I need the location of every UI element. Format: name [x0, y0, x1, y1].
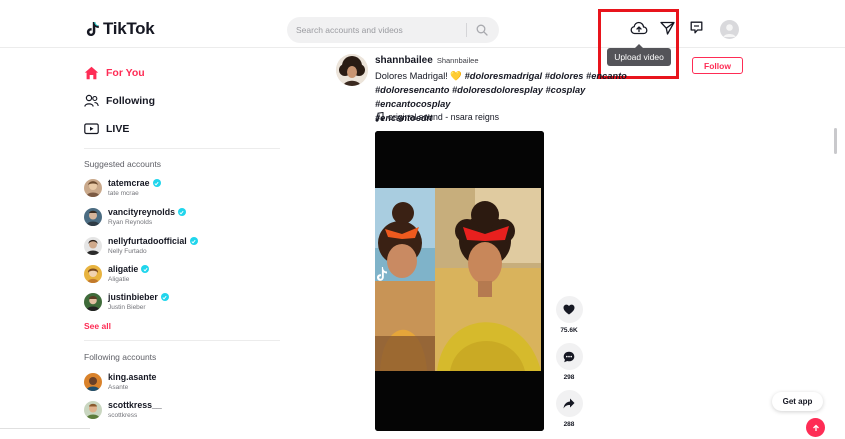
caption-text: Dolores Madrigal! 💛: [375, 71, 465, 81]
back-to-top-button[interactable]: [806, 418, 825, 437]
suggested-account[interactable]: vancityreynolds Ryan Reynolds: [84, 207, 186, 226]
account-display-name: Aligatie: [108, 276, 130, 283]
caption-hashtags[interactable]: #doloresencanto #doloresdoloresplay #cos…: [375, 85, 585, 109]
account-display-name: Ryan Reynolds: [108, 219, 153, 226]
user-avatar-icon: [723, 24, 736, 37]
profile-avatar[interactable]: [720, 20, 739, 39]
verified-badge-icon: [160, 293, 169, 301]
nav-live[interactable]: LIVE: [84, 122, 129, 135]
share-count: 288: [563, 421, 575, 428]
suggested-accounts-title: Suggested accounts: [84, 159, 162, 169]
tiktok-note-icon: [86, 21, 99, 36]
account-username: nellyfurtadoofficial: [108, 236, 187, 246]
post-author[interactable]: shannbailee Shannbailee: [375, 55, 479, 66]
comment-button[interactable]: [555, 343, 583, 370]
like-button[interactable]: [555, 296, 583, 323]
arrow-up-icon: [812, 424, 819, 431]
top-header: TikTok: [0, 0, 845, 48]
post-nickname: Shannbailee: [436, 56, 479, 65]
users-icon: [84, 94, 99, 107]
nav-label: For You: [106, 67, 145, 79]
search-bar[interactable]: [287, 17, 499, 43]
follow-button[interactable]: Follow: [692, 57, 743, 74]
music-title: original sound - nsara reigns: [388, 112, 500, 122]
tiktok-logo[interactable]: TikTok: [86, 19, 155, 39]
account-username: justinbieber: [108, 292, 158, 302]
like-count: 75.6K: [560, 327, 578, 334]
avatar: [84, 400, 102, 419]
account-display-name: scottkress: [108, 412, 138, 419]
post-author-avatar[interactable]: [336, 54, 368, 86]
live-icon: [84, 123, 99, 135]
search-icon: [476, 24, 488, 36]
account-username: tatemcrae: [108, 178, 150, 188]
heart-icon: [563, 304, 575, 315]
avatar: [84, 292, 102, 311]
share-arrow-icon: [563, 398, 575, 409]
avatar: [84, 236, 102, 255]
account-username: vancityreynolds: [108, 207, 175, 217]
verified-badge-icon: [177, 208, 186, 216]
video-player[interactable]: [375, 131, 544, 431]
nav-for-you[interactable]: For You: [84, 66, 145, 80]
sidebar-bottom-divider: [0, 428, 90, 429]
post-music[interactable]: original sound - nsara reigns: [375, 112, 499, 122]
account-display-name: Nelly Furtado: [108, 248, 147, 255]
suggested-account[interactable]: aligatie Aligatie: [84, 264, 150, 283]
see-all-link[interactable]: See all: [84, 321, 111, 331]
suggested-account[interactable]: tatemcrae tate mcrae: [84, 178, 161, 197]
account-display-name: tate mcrae: [108, 190, 139, 197]
sidebar-divider: [84, 148, 280, 149]
following-accounts-title: Following accounts: [84, 352, 157, 362]
nav-label: LIVE: [106, 122, 130, 135]
account-display-name: Justin Bieber: [108, 304, 146, 311]
logo-text: TikTok: [103, 19, 155, 38]
verified-badge-icon: [141, 265, 150, 273]
post-username[interactable]: shannbailee: [375, 55, 433, 66]
comment-icon: [563, 351, 575, 362]
music-note-icon: [375, 112, 384, 122]
verified-badge-icon: [152, 179, 161, 187]
nav-label: Following: [106, 95, 155, 107]
share-action[interactable]: 288: [554, 390, 584, 428]
inbox-button[interactable]: [690, 21, 703, 34]
page-scrollbar[interactable]: [834, 128, 837, 154]
sidebar-divider: [84, 340, 280, 341]
search-button[interactable]: [467, 17, 497, 43]
account-username: aligatie: [108, 264, 139, 274]
account-username: scottkress__: [108, 400, 162, 410]
caption-hashtags[interactable]: #doloresmadrigal #dolores #encanto: [465, 71, 627, 81]
nav-following[interactable]: Following: [84, 94, 155, 108]
avatar: [84, 264, 102, 283]
following-account[interactable]: scottkress__ scottkress: [84, 400, 162, 419]
inbox-icon: [690, 21, 703, 34]
account-username: king.asante: [108, 372, 157, 382]
video-frame-image: [375, 131, 544, 431]
suggested-account[interactable]: justinbieber Justin Bieber: [84, 292, 169, 311]
following-account[interactable]: king.asante Asante: [84, 372, 156, 391]
avatar: [84, 207, 102, 226]
search-input[interactable]: [296, 25, 466, 35]
comment-count: 298: [563, 374, 575, 381]
like-action[interactable]: 75.6K: [554, 296, 584, 334]
home-icon: [84, 66, 99, 80]
account-display-name: Asante: [108, 384, 129, 391]
suggested-account[interactable]: nellyfurtadoofficial Nelly Furtado: [84, 236, 198, 255]
avatar: [84, 372, 102, 391]
verified-badge-icon: [189, 237, 198, 245]
avatar: [84, 178, 102, 197]
share-button[interactable]: [555, 390, 583, 417]
get-app-button[interactable]: Get app: [772, 392, 823, 411]
comment-action[interactable]: 298: [554, 343, 584, 381]
